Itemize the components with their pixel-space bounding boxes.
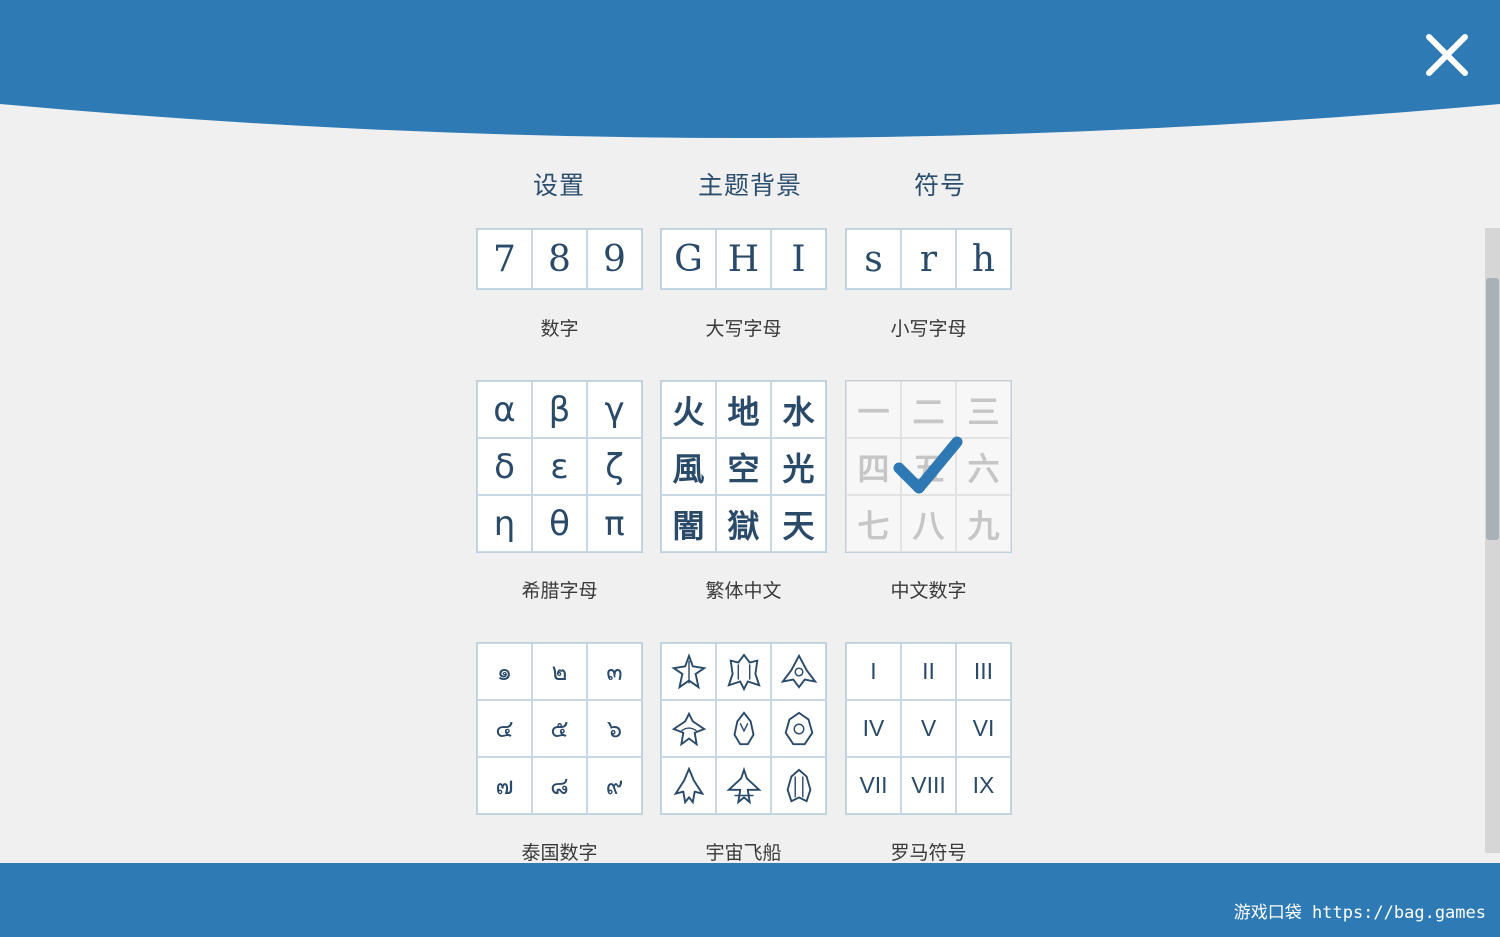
- spaceship-icon: [673, 766, 704, 804]
- symbol-cell: r: [901, 229, 956, 289]
- symbol-cell: ๖: [587, 700, 642, 757]
- symbol-set-lowercase[interactable]: s r h: [845, 228, 1012, 290]
- set-caption: 宇宙飞船: [705, 842, 782, 864]
- symbol-cell: 空: [716, 438, 771, 495]
- symbol-cell: 水: [771, 381, 826, 438]
- set-caption: 泰国数字: [521, 842, 598, 864]
- symbol-cell: G: [661, 229, 716, 289]
- symbol-cell: 五: [901, 438, 956, 495]
- symbol-cell: γ: [587, 381, 642, 438]
- symbol-cell: II: [901, 643, 956, 700]
- symbol-cell: 天: [771, 495, 826, 552]
- set-caption: 繁体中文: [705, 580, 782, 602]
- symbol-cell: 7: [477, 229, 532, 289]
- symbol-cell: VI: [956, 700, 1011, 757]
- symbol-cell: ๘: [532, 757, 587, 814]
- symbol-cell: 一: [846, 381, 901, 438]
- spaceship-icon: [780, 653, 817, 689]
- symbol-cell: 四: [846, 438, 901, 495]
- symbol-set-uppercase[interactable]: G H I: [660, 228, 827, 290]
- watermark: 游戏口袋 https://bag.games: [1233, 903, 1486, 923]
- symbol-set-greek[interactable]: α β γ δ ε ζ η θ π: [476, 380, 643, 553]
- symbol-cell: ε: [532, 438, 587, 495]
- symbol-cell: 九: [956, 495, 1011, 552]
- symbol-cell: [716, 643, 771, 700]
- spaceship-icon: [732, 710, 755, 745]
- top-header: [0, 0, 1500, 145]
- symbol-cell: 二: [901, 381, 956, 438]
- symbol-cell: 8: [532, 229, 587, 289]
- symbol-cell: s: [846, 229, 901, 289]
- symbol-cell: IV: [846, 700, 901, 757]
- symbol-cell: V: [901, 700, 956, 757]
- symbol-cell: III: [956, 643, 1011, 700]
- symbol-cell: ๕: [532, 700, 587, 757]
- symbol-cell: IX: [956, 757, 1011, 814]
- symbol-cell: [716, 700, 771, 757]
- symbol-cell: 獄: [716, 495, 771, 552]
- set-caption: 罗马符号: [890, 842, 967, 864]
- spaceship-icon: [671, 711, 706, 746]
- symbol-set-chinese-numerals[interactable]: 一 二 三 四 五 六 七 八 九: [845, 380, 1012, 553]
- symbol-cell: α: [477, 381, 532, 438]
- symbol-cell: 闇: [661, 495, 716, 552]
- symbol-set-spaceships[interactable]: [660, 642, 827, 815]
- symbol-cell: 9: [587, 229, 642, 289]
- set-caption: 数字: [540, 318, 579, 340]
- symbol-cell: 六: [956, 438, 1011, 495]
- symbol-cell: 地: [716, 381, 771, 438]
- symbol-cell: 八: [901, 495, 956, 552]
- symbol-cell: [661, 643, 716, 700]
- scrollbar-thumb[interactable]: [1486, 278, 1499, 540]
- set-caption: 中文数字: [890, 580, 967, 602]
- symbol-cell: ๗: [477, 757, 532, 814]
- symbol-cell: [771, 643, 826, 700]
- header-wave: [0, 0, 1500, 138]
- spaceship-icon: [784, 711, 813, 745]
- symbol-cell: 火: [661, 381, 716, 438]
- spaceship-icon: [670, 652, 707, 689]
- symbol-cell: δ: [477, 438, 532, 495]
- spaceship-icon: [725, 766, 762, 804]
- set-caption: 希腊字母: [521, 580, 598, 602]
- symbol-cell: 七: [846, 495, 901, 552]
- tab-theme-background[interactable]: 主题背景: [675, 166, 825, 202]
- symbol-set-traditional-chinese[interactable]: 火 地 水 風 空 光 闇 獄 天: [660, 380, 827, 553]
- symbol-cell: [716, 757, 771, 814]
- symbol-cell: ζ: [587, 438, 642, 495]
- symbol-set-digits[interactable]: 7 8 9: [476, 228, 643, 290]
- symbol-set-thai-numerals[interactable]: ๑ ๒ ๓ ๔ ๕ ๖ ๗ ๘ ๙: [476, 642, 643, 815]
- symbol-cell: ๙: [587, 757, 642, 814]
- spaceship-icon: [786, 768, 811, 803]
- symbol-cell: ๑: [477, 643, 532, 700]
- symbol-cell: ๒: [532, 643, 587, 700]
- set-caption: 小写字母: [890, 318, 967, 340]
- symbol-cell: I: [771, 229, 826, 289]
- symbol-cell: ๔: [477, 700, 532, 757]
- tab-settings[interactable]: 设置: [484, 166, 634, 202]
- symbol-cell: VII: [846, 757, 901, 814]
- symbol-cell: VIII: [901, 757, 956, 814]
- symbol-cell: β: [532, 381, 587, 438]
- symbol-cell: 光: [771, 438, 826, 495]
- symbol-cell: H: [716, 229, 771, 289]
- symbol-cell: θ: [532, 495, 587, 552]
- close-button[interactable]: [1424, 32, 1470, 78]
- symbol-cell: [661, 757, 716, 814]
- symbol-cell: π: [587, 495, 642, 552]
- close-icon: [1426, 34, 1468, 76]
- symbol-cell: 風: [661, 438, 716, 495]
- tab-symbols[interactable]: 符号: [865, 166, 1015, 202]
- symbol-set-roman-numerals[interactable]: I II III IV V VI VII VIII IX: [845, 642, 1012, 815]
- spaceship-icon: [726, 652, 761, 691]
- symbol-cell: ๓: [587, 643, 642, 700]
- set-caption: 大写字母: [705, 318, 782, 340]
- symbol-cell: [661, 700, 716, 757]
- symbol-cell: I: [846, 643, 901, 700]
- symbol-cell: [771, 700, 826, 757]
- symbol-cell: [771, 757, 826, 814]
- symbol-cell: η: [477, 495, 532, 552]
- symbol-cell: 三: [956, 381, 1011, 438]
- symbol-cell: h: [956, 229, 1011, 289]
